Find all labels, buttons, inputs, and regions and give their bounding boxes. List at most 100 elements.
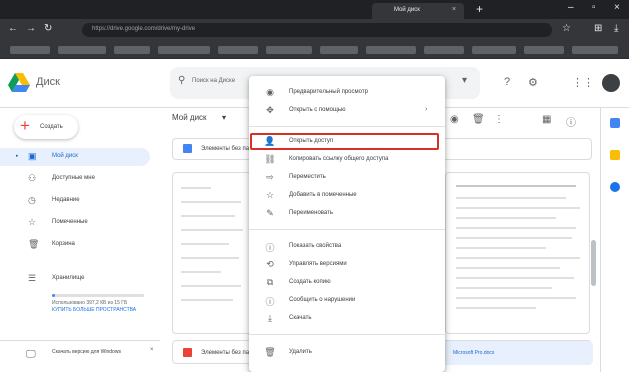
drive-brand: Диск bbox=[36, 76, 60, 88]
drive-logo-icon[interactable] bbox=[8, 73, 30, 93]
bookmarks-bar bbox=[0, 41, 629, 59]
storage-text: Использовано 397,2 КБ из 15 ГБ bbox=[52, 300, 128, 306]
menu-item-download[interactable]: ⤓ Скачать bbox=[249, 310, 445, 328]
calendar-icon[interactable] bbox=[610, 118, 620, 128]
maximize-icon[interactable]: ▫ bbox=[592, 2, 596, 13]
text-line bbox=[456, 307, 536, 309]
grid-view-icon[interactable]: ▦ bbox=[542, 114, 551, 125]
desktop-label: Скачать версию для Windows bbox=[52, 349, 121, 355]
selected-file-label: Microsoft Pro.docx bbox=[453, 350, 495, 356]
text-line bbox=[181, 201, 241, 203]
create-button[interactable]: + Создать bbox=[14, 115, 78, 139]
bookmark-item[interactable] bbox=[218, 46, 258, 54]
search-options-icon[interactable]: ▾ bbox=[462, 75, 467, 86]
more-vert-icon[interactable]: ⋮ bbox=[494, 114, 504, 125]
sidebar-item-shared[interactable]: ⚇ Доступные мне bbox=[0, 170, 150, 188]
sidebar-item-trash[interactable]: 🗑 Корзина bbox=[0, 236, 150, 254]
menu-item-report[interactable]: ⓘ Сообщить о нарушении bbox=[249, 292, 445, 310]
bookmark-item[interactable] bbox=[266, 46, 312, 54]
browser-tab-active[interactable]: Мой диск × bbox=[372, 3, 464, 19]
storage-icon: ☰ bbox=[28, 273, 37, 283]
menu-item-preview[interactable]: ◉ Предварительный просмотр bbox=[249, 84, 445, 102]
text-line bbox=[181, 243, 229, 245]
bookmark-item[interactable] bbox=[158, 46, 210, 54]
bookmark-item[interactable] bbox=[572, 46, 618, 54]
forward-icon[interactable]: → bbox=[26, 23, 36, 34]
menu-item-share[interactable]: 👤 Открыть доступ bbox=[249, 133, 445, 151]
menu-item-copy-link[interactable]: ⛓ Копировать ссылку общего доступа bbox=[249, 151, 445, 169]
settings-gear-icon[interactable]: ⚙ bbox=[528, 76, 538, 89]
bookmark-item[interactable] bbox=[472, 46, 516, 54]
menu-item-details[interactable]: ⓘ Показать свойства bbox=[249, 238, 445, 256]
chevron-down-icon[interactable]: ▾ bbox=[222, 113, 226, 122]
storage-info: Использовано 397,2 КБ из 15 ГБ КУПИТЬ БО… bbox=[52, 300, 152, 314]
preview-eye-icon[interactable]: ◉ bbox=[450, 114, 459, 125]
submenu-arrow-icon: › bbox=[425, 106, 428, 113]
address-bar: ← → ↻ https://drive.google.com/drive/my-… bbox=[0, 19, 629, 41]
bookmark-item[interactable] bbox=[320, 46, 358, 54]
selected-file[interactable]: Microsoft Pro.docx bbox=[443, 341, 593, 365]
close-tab-icon[interactable]: × bbox=[452, 6, 456, 13]
search-placeholder: Поиск на Диске bbox=[192, 78, 236, 84]
sidebar: + Создать ▸ ▣ Мой диск ⚇ Доступные мне ◷… bbox=[0, 108, 160, 372]
download-icon[interactable]: ⤓ bbox=[614, 23, 618, 34]
new-tab-icon[interactable]: + bbox=[476, 2, 483, 16]
back-icon[interactable]: ← bbox=[8, 23, 18, 34]
sidebar-item-label: Хранилище bbox=[52, 275, 85, 281]
bookmark-item[interactable] bbox=[58, 46, 106, 54]
bookmark-item[interactable] bbox=[10, 46, 50, 54]
menu-item-open-with[interactable]: ✥ Открыть с помощью › bbox=[249, 102, 445, 120]
bookmark-item[interactable] bbox=[524, 46, 564, 54]
menu-item-label: Создать копию bbox=[289, 279, 331, 285]
text-line bbox=[456, 237, 572, 239]
trash-toolbar-icon[interactable]: 🗑 bbox=[472, 114, 485, 125]
extensions-icon[interactable]: ⊞ bbox=[594, 23, 602, 34]
bookmark-star-icon[interactable]: ☆ bbox=[562, 23, 571, 34]
file-thumbnail[interactable] bbox=[172, 172, 252, 334]
sidebar-item-storage[interactable]: ☰ Хранилище bbox=[0, 270, 150, 288]
tasks-icon[interactable] bbox=[610, 182, 620, 192]
minimize-icon[interactable]: – bbox=[568, 2, 574, 13]
menu-item-label: Удалить bbox=[289, 349, 312, 355]
clock-icon: ◷ bbox=[28, 195, 36, 205]
desktop-download-banner[interactable]: 🖵 Скачать версию для Windows × bbox=[0, 340, 160, 370]
url-input[interactable]: https://drive.google.com/drive/my-drive bbox=[82, 23, 552, 37]
close-window-icon[interactable]: × bbox=[614, 2, 620, 13]
browser-tab-bar: Мой диск × + – ▫ × bbox=[0, 0, 629, 19]
bookmark-item[interactable] bbox=[114, 46, 150, 54]
sidebar-item-starred[interactable]: ☆ Помеченные bbox=[0, 214, 150, 232]
search-icon[interactable]: ⚲ bbox=[178, 75, 185, 86]
menu-item-label: Показать свойства bbox=[289, 243, 342, 249]
bookmark-item[interactable] bbox=[424, 46, 464, 54]
tab-title: Мой диск bbox=[394, 7, 420, 13]
menu-divider bbox=[249, 126, 445, 127]
sidebar-item-label: Мой диск bbox=[52, 153, 78, 159]
reload-icon[interactable]: ↻ bbox=[44, 23, 52, 34]
expand-caret-icon[interactable]: ▸ bbox=[16, 153, 19, 159]
menu-item-rename[interactable]: ✎ Переименовать bbox=[249, 205, 445, 223]
info-icon[interactable]: ⓘ bbox=[566, 114, 576, 129]
menu-item-move[interactable]: ⇨ Переместить bbox=[249, 169, 445, 187]
buy-storage-link[interactable]: КУПИТЬ БОЛЬШЕ ПРОСТРАНСТВА bbox=[52, 307, 152, 314]
menu-item-delete[interactable]: 🗑 Удалить bbox=[249, 344, 445, 362]
help-icon[interactable]: ? bbox=[504, 76, 510, 88]
rename-icon: ✎ bbox=[266, 208, 274, 218]
apps-grid-icon[interactable]: ⋮⋮ bbox=[572, 76, 594, 89]
menu-item-add-starred[interactable]: ☆ Добавить в помеченные bbox=[249, 187, 445, 205]
bookmark-item[interactable] bbox=[366, 46, 416, 54]
scrollbar[interactable] bbox=[591, 240, 596, 286]
download-icon: ⤓ bbox=[268, 313, 272, 323]
copy-icon: ⧉ bbox=[266, 277, 274, 287]
menu-item-copy[interactable]: ⧉ Создать копию bbox=[249, 274, 445, 292]
avatar[interactable] bbox=[602, 74, 620, 92]
sidebar-item-my-drive[interactable]: ▸ ▣ Мой диск bbox=[0, 148, 150, 166]
plus-icon: + bbox=[20, 116, 30, 135]
sidebar-item-recent[interactable]: ◷ Недавние bbox=[0, 192, 150, 210]
breadcrumb[interactable]: Мой диск bbox=[172, 113, 207, 122]
close-icon[interactable]: × bbox=[150, 347, 154, 353]
text-line bbox=[456, 227, 576, 229]
keep-icon[interactable] bbox=[610, 150, 620, 160]
file-thumbnail[interactable] bbox=[445, 172, 590, 334]
file-type-icon bbox=[183, 348, 192, 357]
menu-item-versions[interactable]: ⟲ Управлять версиями bbox=[249, 256, 445, 274]
